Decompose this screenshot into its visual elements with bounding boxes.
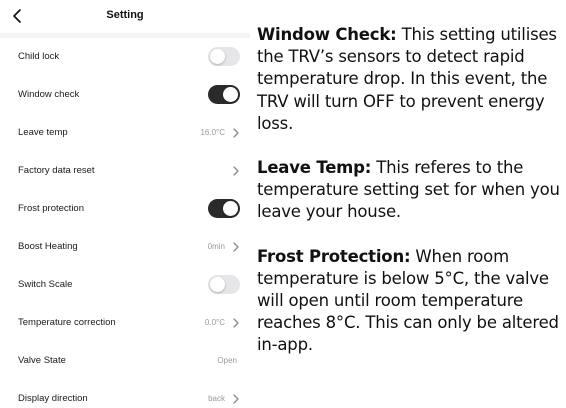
setting-label: Display direction [18, 393, 88, 404]
setting-label: Boost Heating [18, 241, 78, 252]
chevron-right-icon [232, 317, 240, 329]
note-title: Leave Temp: [257, 158, 372, 178]
setting-row-temperature-correction[interactable]: Temperature correction 0.0°C [0, 304, 250, 342]
settings-panel: Setting Child lock Window check Leave te… [0, 0, 250, 408]
toggle-knob [210, 49, 225, 64]
setting-label: Leave temp [18, 127, 68, 138]
header-bar: Setting [0, 0, 250, 33]
frost-protection-toggle[interactable] [208, 199, 240, 218]
setting-label: Frost protection [18, 203, 84, 214]
temperature-correction-value: 0.0°C [204, 318, 225, 327]
setting-row-frost-protection: Frost protection [0, 190, 250, 228]
note-frost-protection: Frost Protection: When room temperature … [257, 246, 563, 357]
setting-row-child-lock: Child lock [0, 38, 250, 76]
setting-row-valve-state: Valve State Open [0, 342, 250, 380]
toggle-knob [223, 87, 238, 102]
explanation-notes: Window Check: This setting utilises the … [257, 24, 563, 357]
leave-temp-value: 16.0°C [200, 128, 225, 137]
note-leave-temp: Leave Temp: This referes to the temperat… [257, 157, 563, 224]
setting-label: Window check [18, 89, 80, 100]
chevron-right-icon [232, 165, 240, 177]
setting-label: Child lock [18, 51, 60, 62]
note-window-check: Window Check: This setting utilises the … [257, 24, 563, 135]
setting-row-window-check: Window check [0, 76, 250, 114]
note-title: Frost Protection: [257, 246, 411, 266]
chevron-right-icon [232, 241, 240, 253]
setting-row-display-direction[interactable]: Display direction back [0, 380, 250, 408]
switch-scale-toggle[interactable] [208, 275, 240, 294]
toggle-knob [210, 277, 225, 292]
setting-row-factory-reset[interactable]: Factory data reset [0, 152, 250, 190]
setting-row-boost-heating[interactable]: Boost Heating 0min [0, 228, 250, 266]
valve-state-value: Open [217, 356, 237, 365]
setting-label: Factory data reset [18, 165, 95, 176]
setting-label: Temperature correction [18, 317, 116, 328]
settings-list: Child lock Window check Leave temp 16.0°… [0, 38, 250, 408]
chevron-right-icon [232, 393, 240, 405]
setting-row-leave-temp[interactable]: Leave temp 16.0°C [0, 114, 250, 152]
note-title: Window Check: [257, 25, 397, 44]
chevron-right-icon [232, 127, 240, 139]
display-direction-value: back [208, 394, 225, 403]
boost-heating-value: 0min [207, 242, 225, 251]
child-lock-toggle[interactable] [208, 47, 240, 66]
setting-label: Switch Scale [18, 279, 73, 290]
setting-row-switch-scale: Switch Scale [0, 266, 250, 304]
setting-label: Valve State [18, 355, 66, 366]
page-title: Setting [106, 9, 144, 21]
toggle-knob [223, 201, 238, 216]
window-check-toggle[interactable] [208, 85, 240, 104]
